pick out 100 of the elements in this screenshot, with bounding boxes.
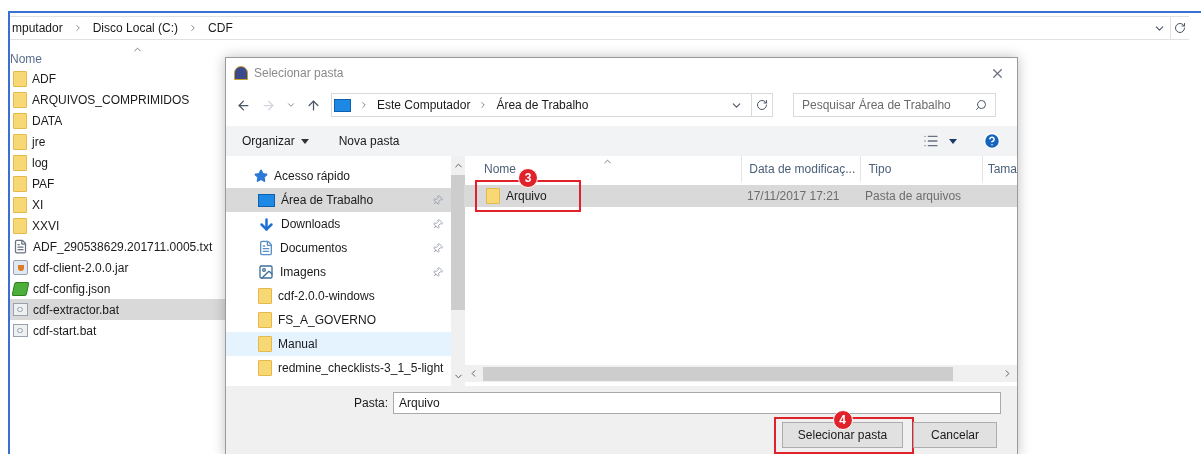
column-header[interactable]: Nome	[10, 50, 225, 68]
file-row[interactable]: ADF	[10, 68, 225, 89]
folder-icon	[13, 91, 27, 108]
nav-label: Imagens	[280, 264, 328, 281]
nav-item[interactable]: Imagens	[226, 260, 452, 284]
view-icon[interactable]	[923, 133, 939, 149]
file-row[interactable]: cdf-start.bat	[10, 320, 225, 341]
file-name: XI	[32, 196, 44, 214]
document-icon	[13, 239, 28, 254]
folder-icon	[13, 112, 27, 129]
folder-icon	[258, 360, 272, 376]
address-bar[interactable]: Este Computador Área de Trabalho	[331, 93, 773, 117]
nav-label: Área de Trabalho	[281, 191, 375, 209]
file-row[interactable]: XXVI	[10, 215, 225, 236]
up-icon[interactable]	[306, 97, 321, 113]
file-row[interactable]: ARQUIVOS_COMPRIMIDOS	[10, 89, 225, 110]
folder-icon	[13, 154, 27, 171]
file-name: jre	[32, 133, 46, 151]
folder-icon	[13, 175, 27, 192]
picture-icon	[258, 264, 274, 280]
document-icon	[258, 240, 274, 256]
file-row[interactable]: cdf-client-2.0.0.jar	[10, 257, 225, 278]
search-icon	[975, 99, 987, 111]
file-name: cdf-config.json	[33, 280, 111, 298]
nav-label: Downloads	[281, 216, 342, 233]
nav-item[interactable]: redmine_checklists-3_1_5-light	[226, 356, 452, 380]
folder-input[interactable]: Arquivo	[393, 392, 1001, 414]
nav-label: Manual	[278, 336, 319, 353]
column-header[interactable]: Data de modificaç...	[749, 160, 856, 178]
folder-name: Arquivo	[506, 188, 547, 205]
file-row[interactable]: PAF	[10, 173, 225, 194]
cup-icon	[13, 260, 28, 275]
file-row[interactable]: log	[10, 152, 225, 173]
file-name: cdf-client-2.0.0.jar	[33, 259, 129, 277]
breadcrumb-item[interactable]: Disco Local (C:)	[92, 19, 179, 37]
star-icon	[254, 169, 268, 183]
file-name: XXVI	[32, 217, 60, 235]
file-name: cdf-start.bat	[33, 322, 97, 340]
nav-item[interactable]: Documentos	[226, 236, 452, 260]
folder-icon	[486, 188, 500, 204]
download-icon	[258, 215, 275, 233]
breadcrumb-item[interactable]: Área de Trabalho	[496, 96, 589, 114]
file-row[interactable]: cdf-extractor.bat	[10, 299, 225, 320]
file-row[interactable]: cdf-config.json	[10, 278, 225, 299]
file-name: ADF	[32, 70, 56, 88]
back-icon[interactable]	[236, 97, 251, 113]
file-row[interactable]: DATA	[10, 110, 225, 131]
nav-item[interactable]: Downloads	[226, 212, 452, 236]
computer-icon	[334, 98, 351, 112]
date-cell-text: 17/11/2017 17:21	[746, 188, 841, 205]
toolbar-button[interactable]: Nova pasta	[338, 132, 400, 150]
file-row[interactable]: ADF_290538629.201711.0005.txt	[10, 236, 225, 257]
app-icon	[234, 66, 248, 80]
nav-label: cdf-2.0.0-windows	[278, 288, 376, 305]
folder-icon	[258, 312, 272, 328]
file-name: DATA	[32, 112, 63, 130]
file-row[interactable]: XI	[10, 194, 225, 215]
step-badge: 3	[518, 168, 538, 188]
folder-label: Pasta:	[352, 395, 388, 412]
folder-icon	[13, 217, 27, 234]
folder-icon	[258, 336, 272, 352]
nav-item[interactable]: Manual	[226, 332, 452, 356]
nav-label: redmine_checklists-3_1_5-light	[278, 360, 444, 377]
folder-row[interactable]: Arquivo 17/11/2017 17:21 Pasta de arquivos	[464, 185, 1017, 207]
dialog-button[interactable]: Cancelar	[913, 422, 997, 448]
scrollbar[interactable]	[464, 365, 1017, 382]
folder-icon	[13, 196, 27, 213]
nav-label: Acesso rápido	[274, 168, 352, 185]
search-field[interactable]: Pesquisar Área de Trabalho	[793, 93, 996, 117]
desktop-icon	[258, 193, 275, 207]
scrollbar[interactable]	[451, 156, 466, 386]
nav-item[interactable]: FS_A_GOVERNO	[226, 308, 452, 332]
toolbar-button[interactable]: Organizar	[242, 132, 309, 150]
folder-icon	[13, 70, 27, 87]
column-header[interactable]: Nome	[484, 160, 516, 178]
file-row[interactable]: jre	[10, 131, 225, 152]
breadcrumb-item[interactable]: Este Computador	[377, 96, 471, 114]
column-header[interactable]: Tipo	[868, 160, 892, 178]
file-name: PAF	[32, 175, 55, 193]
column-header[interactable]: Tama	[987, 160, 1017, 178]
nav-item[interactable]: Área de Trabalho	[226, 188, 452, 212]
caret-icon[interactable]	[949, 138, 957, 144]
folder-icon	[13, 133, 27, 150]
folder-icon	[258, 288, 272, 304]
refresh-icon[interactable]	[756, 99, 768, 111]
nav-item[interactable]: cdf-2.0.0-windows	[226, 284, 452, 308]
breadcrumb-item[interactable]: mputador	[12, 19, 63, 37]
type-cell-text: Pasta de arquivos	[864, 188, 962, 205]
file-name: log	[32, 154, 48, 172]
breadcrumb-item[interactable]: CDF	[208, 19, 233, 37]
file-name: ADF_290538629.201711.0005.txt	[33, 238, 213, 256]
nav-item[interactable]: Acesso rápido	[226, 164, 452, 188]
help-icon[interactable]	[983, 132, 1001, 150]
file-name: ARQUIVOS_COMPRIMIDOS	[32, 91, 190, 109]
file-name: cdf-extractor.bat	[33, 301, 120, 319]
nav-label: Documentos	[280, 240, 349, 257]
dialog-title: Selecionar pasta	[254, 65, 345, 82]
refresh-icon[interactable]	[1174, 22, 1186, 34]
nav-label: FS_A_GOVERNO	[278, 312, 378, 329]
chevron-icon	[359, 100, 369, 110]
